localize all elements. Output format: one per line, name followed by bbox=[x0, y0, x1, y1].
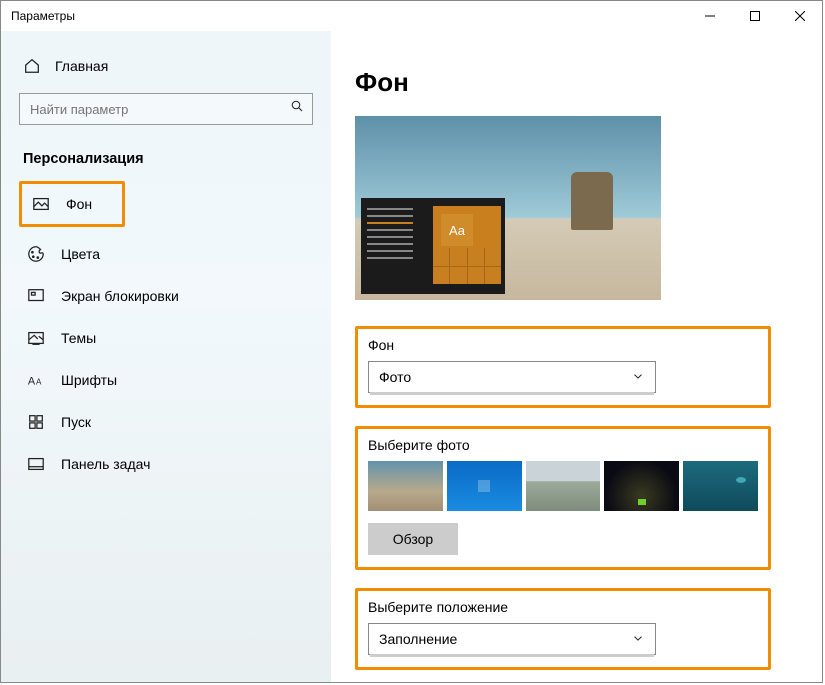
sidebar: Главная Персонализация Фон Цвета bbox=[1, 31, 331, 682]
search-wrap bbox=[19, 93, 313, 125]
nav-label: Экран блокировки bbox=[61, 288, 179, 304]
chevron-down-icon bbox=[631, 631, 645, 648]
preview-start-overlay: Aa bbox=[361, 198, 505, 294]
fonts-icon: AA bbox=[27, 371, 45, 389]
photo-thumb-1[interactable] bbox=[368, 461, 443, 511]
home-link[interactable]: Главная bbox=[23, 57, 313, 75]
background-dropdown[interactable]: Фото bbox=[368, 361, 656, 393]
nav-background[interactable]: Фон bbox=[24, 186, 120, 222]
nav-label: Шрифты bbox=[61, 372, 117, 388]
window-title: Параметры bbox=[11, 9, 75, 23]
picture-icon bbox=[32, 195, 50, 213]
home-icon bbox=[23, 57, 41, 75]
nav-label: Панель задач bbox=[61, 456, 150, 472]
choose-photo-block: Выберите фото Обзор bbox=[355, 426, 771, 570]
preview-rock bbox=[571, 172, 613, 230]
nav-themes[interactable]: Темы bbox=[19, 317, 313, 359]
position-selected: Заполнение bbox=[379, 631, 457, 647]
window-buttons bbox=[687, 1, 822, 31]
photo-thumb-3[interactable] bbox=[526, 461, 601, 511]
highlight-background-nav: Фон bbox=[19, 181, 125, 227]
search-input[interactable] bbox=[19, 93, 313, 125]
nav-taskbar[interactable]: Панель задач bbox=[19, 443, 313, 485]
nav-label: Пуск bbox=[61, 414, 91, 430]
themes-icon bbox=[27, 329, 45, 347]
main-content: Фон Aa Фон Фото bbox=[331, 31, 822, 682]
lockscreen-icon bbox=[27, 287, 45, 305]
section-title: Персонализация bbox=[23, 151, 313, 167]
preview-tile-grid bbox=[433, 248, 501, 284]
start-icon bbox=[27, 413, 45, 431]
palette-icon bbox=[27, 245, 45, 263]
preview-sample-text: Aa bbox=[441, 214, 473, 246]
window-body: Главная Персонализация Фон Цвета bbox=[1, 31, 822, 682]
chevron-down-icon bbox=[631, 369, 645, 386]
home-label: Главная bbox=[55, 58, 108, 74]
taskbar-icon bbox=[27, 455, 45, 473]
search-icon bbox=[290, 99, 305, 119]
background-label: Фон bbox=[368, 337, 758, 353]
page-title: Фон bbox=[355, 67, 804, 98]
settings-window: Параметры Главная Персонализация bbox=[0, 0, 823, 683]
browse-button[interactable]: Обзор bbox=[368, 523, 458, 555]
nav-lockscreen[interactable]: Экран блокировки bbox=[19, 275, 313, 317]
svg-text:A: A bbox=[28, 376, 36, 388]
minimize-button[interactable] bbox=[687, 1, 732, 31]
titlebar: Параметры bbox=[1, 1, 822, 31]
photo-thumb-4[interactable] bbox=[604, 461, 679, 511]
background-type-block: Фон Фото bbox=[355, 326, 771, 408]
nav-colors[interactable]: Цвета bbox=[19, 233, 313, 275]
preview-tiles: Aa bbox=[433, 206, 501, 284]
preview-menu-lines bbox=[367, 208, 413, 259]
nav-label: Темы bbox=[61, 330, 96, 346]
nav-label: Цвета bbox=[61, 246, 100, 262]
close-button[interactable] bbox=[777, 1, 822, 31]
nav-start[interactable]: Пуск bbox=[19, 401, 313, 443]
nav-fonts[interactable]: AA Шрифты bbox=[19, 359, 313, 401]
maximize-button[interactable] bbox=[732, 1, 777, 31]
photo-thumb-2[interactable] bbox=[447, 461, 522, 511]
svg-text:A: A bbox=[36, 378, 42, 387]
desktop-preview: Aa bbox=[355, 116, 661, 300]
photo-thumbnails bbox=[368, 461, 758, 511]
nav-label: Фон bbox=[66, 196, 92, 212]
photo-thumb-5[interactable] bbox=[683, 461, 758, 511]
position-label: Выберите положение bbox=[368, 599, 758, 615]
choose-photo-label: Выберите фото bbox=[368, 437, 758, 453]
browse-label: Обзор bbox=[393, 531, 433, 547]
background-selected: Фото bbox=[379, 369, 411, 385]
position-dropdown[interactable]: Заполнение bbox=[368, 623, 656, 655]
position-block: Выберите положение Заполнение bbox=[355, 588, 771, 670]
